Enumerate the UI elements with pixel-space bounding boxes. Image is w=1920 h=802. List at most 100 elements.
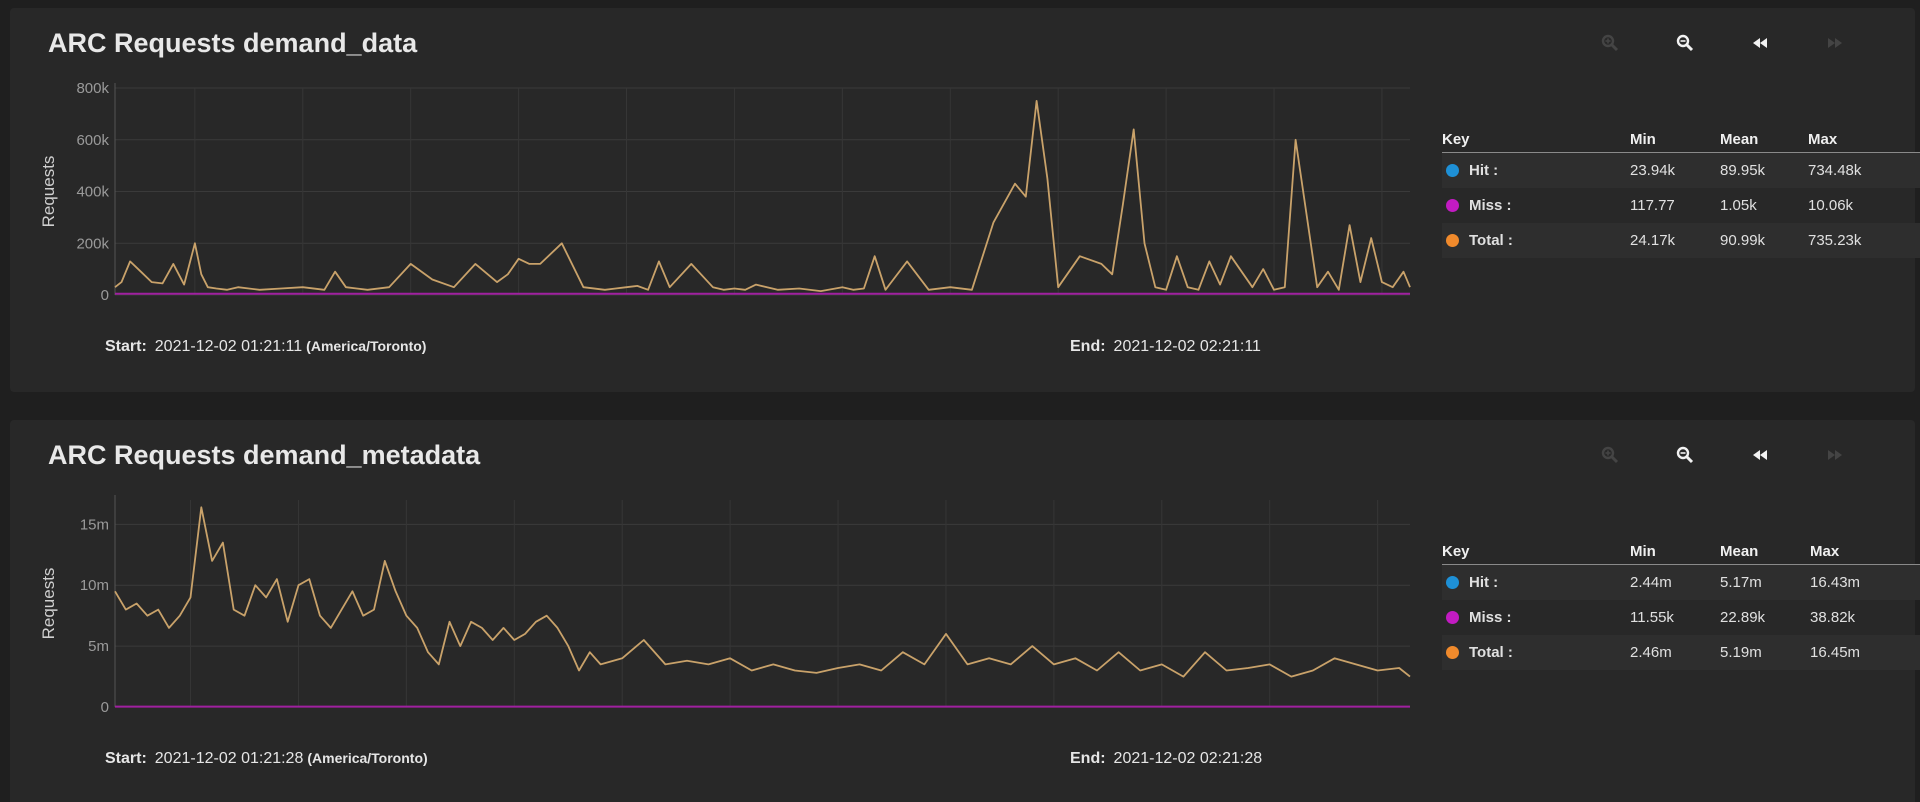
legend-min: 117.77 — [1630, 197, 1675, 214]
zoom-out-icon[interactable] — [1670, 440, 1700, 470]
legend-header-mean: Mean — [1720, 120, 1808, 153]
legend-row-hit: Hit : 23.94k 89.95k 734.48k — [1442, 152, 1920, 188]
line-chart: 0 5m 10m 15m 01:25 01:30 01:35 01:40 01:45 01:50 0… — [39, 495, 1411, 720]
legend-table: Key Min Mean Max Hit : 2.44m 5.17m 16.43… — [1442, 532, 1920, 670]
start-value: 2021-12-02 01:21:28 — [154, 750, 304, 767]
timezone-label: (America/Toronto) — [306, 338, 427, 354]
x-tick-label: 02:20 — [1363, 307, 1401, 308]
legend-header-max: Max — [1810, 532, 1920, 565]
y-tick-label: 5m — [88, 638, 109, 655]
legend-key: Hit : — [1469, 574, 1499, 591]
chart-card-demand-metadata: ARC Requests demand_metadata 05m10m15m01… — [10, 420, 1920, 802]
legend-row-hit: Hit : 2.44m 5.17m 16.43m — [1442, 564, 1920, 600]
y-tick-label: 200k — [76, 235, 109, 252]
end-value: 2021-12-02 02:21:28 — [1113, 750, 1263, 767]
legend-mean: 1.05k — [1720, 197, 1757, 214]
x-tick-label: 01:50 — [716, 307, 754, 308]
start-time: Start: 2021-12-02 01:21:28 (America/Toront… — [105, 750, 428, 767]
legend-min: 11.55k — [1630, 609, 1674, 626]
legend-header-row: Key Min Mean Max — [1442, 120, 1920, 153]
legend-header-key: Key — [1442, 532, 1630, 565]
legend-mean: 5.19m — [1720, 635, 1810, 670]
zoom-out-icon[interactable] — [1670, 28, 1700, 58]
x-tick-label: 01:55 — [819, 719, 857, 720]
legend-header-min: Min — [1630, 120, 1720, 153]
y-axis-label: Requests — [39, 156, 58, 228]
legend-header-key: Key — [1442, 120, 1630, 153]
legend-min: 24.17k — [1630, 223, 1720, 258]
legend-max: 734.48k — [1808, 152, 1920, 188]
chart-card-demand-data: ARC Requests demand_data 0 200k 400k 600k 80… — [10, 8, 1920, 392]
total-color-dot — [1446, 646, 1459, 659]
x-tick-label: 01:30 — [284, 307, 322, 308]
x-tick-label: 02:20 — [1359, 719, 1397, 720]
legend-key: Miss : — [1469, 609, 1512, 626]
zoom-in-icon[interactable] — [1595, 440, 1625, 470]
y-tick-label: 400k — [76, 184, 109, 201]
legend-min: 2.46m — [1630, 635, 1720, 670]
y-tick-label: 0 — [101, 287, 109, 304]
x-tick-label: 02:05 — [1035, 719, 1073, 720]
x-tick-label: 02:00 — [932, 307, 970, 308]
legend-header-max: Max — [1808, 120, 1920, 153]
legend-key: Miss : — [1469, 197, 1512, 214]
legend-key: Hit : — [1469, 162, 1499, 179]
legend-max: 16.45m — [1810, 635, 1920, 670]
y-tick-label: 10m — [80, 577, 109, 594]
x-tick-label: 02:15 — [1255, 307, 1293, 308]
legend-row-total: Total : 2.46m 5.19m 16.45m — [1442, 635, 1920, 670]
start-time: Start: 2021-12-02 01:21:11 (America/Toront… — [105, 338, 427, 355]
hit-color-dot — [1446, 576, 1459, 589]
legend-max: 735.23k — [1808, 223, 1920, 258]
x-tick-label: 01:55 — [824, 307, 862, 308]
legend-key: Total : — [1469, 232, 1513, 249]
legend-row-miss: Miss : 11.55k 22.89k 38.82k — [1442, 600, 1920, 635]
step-forward-icon[interactable] — [1820, 440, 1850, 470]
legend-mean: 5.17m — [1720, 564, 1810, 600]
y-tick-label: 800k — [76, 80, 109, 97]
series-line-total — [114, 506, 1411, 678]
legend-max: 38.82k — [1810, 609, 1856, 626]
legend-row-total: Total : 24.17k 90.99k 735.23k — [1442, 223, 1920, 258]
legend-mean: 90.99k — [1720, 223, 1808, 258]
total-color-dot — [1446, 234, 1459, 247]
zoom-in-icon[interactable] — [1595, 28, 1625, 58]
series-line-total — [114, 100, 1411, 293]
x-tick-label: 02:10 — [1143, 719, 1181, 720]
x-tick-label: 01:25 — [172, 719, 210, 720]
x-tick-label: 01:50 — [711, 719, 749, 720]
x-tick-label: 01:45 — [603, 719, 641, 720]
legend-header-row: Key Min Mean Max — [1442, 532, 1920, 565]
y-tick-label: 15m — [80, 516, 109, 533]
step-back-icon[interactable] — [1745, 440, 1775, 470]
legend-mean: 89.95k — [1720, 152, 1808, 188]
legend-table: Key Min Mean Max Hit : 23.94k 89.95k 734… — [1442, 120, 1920, 258]
x-tick-label: 02:05 — [1039, 307, 1077, 308]
y-tick-label: 600k — [76, 132, 109, 149]
miss-color-dot — [1446, 199, 1459, 212]
legend-min: 2.44m — [1630, 564, 1720, 600]
step-back-icon[interactable] — [1745, 28, 1775, 58]
miss-color-dot — [1446, 611, 1459, 624]
x-tick-label: 01:30 — [280, 719, 318, 720]
end-time: End: 2021-12-02 02:21:11 — [1070, 338, 1261, 355]
line-chart: 0 200k 400k 600k 800k 01:25 01:30 01:35 01:40 01:… — [39, 80, 1411, 308]
x-tick-label: 02:10 — [1147, 307, 1185, 308]
x-tick-label: 02:00 — [927, 719, 965, 720]
legend-header-min: Min — [1630, 532, 1720, 565]
timezone-label: (America/Toronto) — [307, 750, 428, 766]
legend-max: 10.06k — [1808, 197, 1854, 214]
x-tick-label: 02:15 — [1251, 719, 1289, 720]
start-value: 2021-12-02 01:21:11 — [154, 338, 303, 355]
legend-min: 23.94k — [1630, 152, 1720, 188]
x-tick-label: 01:25 — [176, 307, 214, 308]
x-tick-label: 01:35 — [392, 307, 430, 308]
step-forward-icon[interactable] — [1820, 28, 1850, 58]
x-tick-label: 01:40 — [496, 719, 534, 720]
legend-header-mean: Mean — [1720, 532, 1810, 565]
hit-color-dot — [1446, 164, 1459, 177]
y-axis-label: Requests — [39, 568, 58, 640]
legend-mean: 22.89k — [1720, 609, 1766, 626]
end-time: End: 2021-12-02 02:21:28 — [1070, 750, 1263, 767]
x-tick-label: 01:45 — [608, 307, 646, 308]
